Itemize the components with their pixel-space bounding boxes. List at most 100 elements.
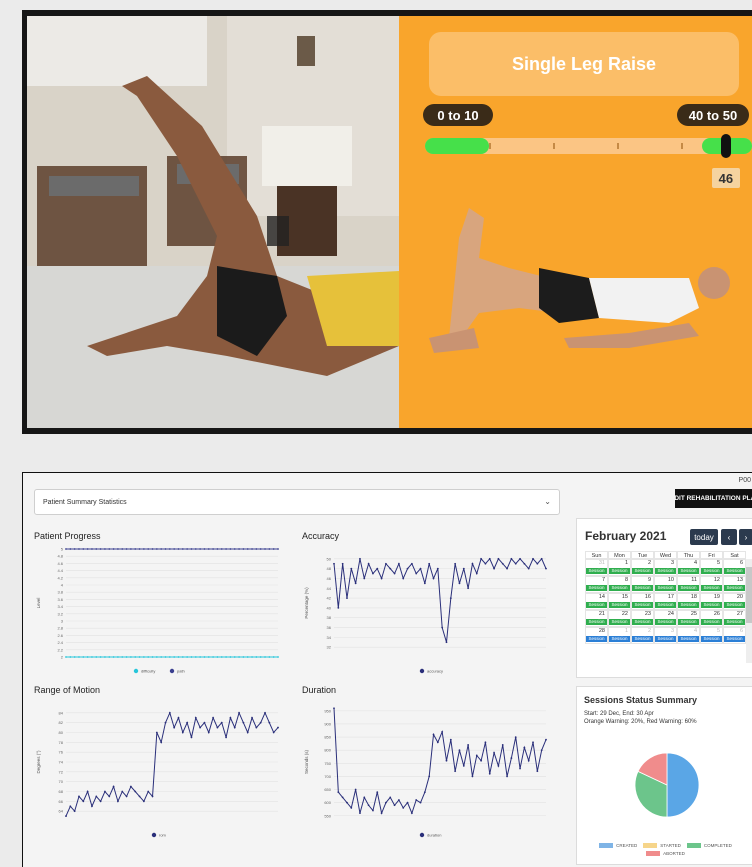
session-event[interactable]: Session [609, 585, 630, 591]
edit-rehabilitation-plan-button[interactable]: EDIT REHABILITATION PLAN [675, 489, 752, 508]
slider-value: 46 [711, 168, 740, 188]
legend-marker [169, 668, 175, 674]
session-event[interactable]: Session [678, 636, 699, 642]
session-event[interactable]: Session [586, 619, 607, 625]
calendar-day[interactable]: 21 Session [585, 610, 608, 627]
calendar-day[interactable]: 23 Session [631, 610, 654, 627]
data-point [134, 656, 137, 658]
calendar-day[interactable]: 11 Session [677, 576, 700, 593]
session-event[interactable]: Session [586, 602, 607, 608]
calendar-day[interactable]: 16 Session [631, 593, 654, 610]
calendar-day[interactable]: 28 Session [585, 627, 608, 644]
session-event[interactable]: Session [678, 619, 699, 625]
session-event[interactable]: Session [655, 619, 676, 625]
calendar-day[interactable]: 14 Session [585, 593, 608, 610]
calendar-day[interactable]: 2 Session [631, 559, 654, 576]
data-point [203, 721, 206, 724]
calendar-day[interactable]: 18 Session [677, 593, 700, 610]
scrollbar-thumb[interactable] [746, 567, 752, 623]
calendar-day[interactable]: 25 Session [677, 610, 700, 627]
calendar-day[interactable]: 6 Session [723, 627, 746, 644]
calendar-day[interactable]: 20 Session [723, 593, 746, 610]
calendar-day[interactable]: 13 Session [723, 576, 746, 593]
session-event[interactable]: Session [655, 602, 676, 608]
session-event[interactable]: Session [701, 568, 722, 574]
calendar-day[interactable]: 1 Session [608, 627, 631, 644]
legend-swatch [646, 851, 661, 857]
calendar-day[interactable]: 10 Session [654, 576, 677, 593]
calendar-day[interactable]: 7 Session [585, 576, 608, 593]
session-event[interactable]: Session [701, 585, 722, 591]
session-event[interactable]: Session [678, 585, 699, 591]
session-event[interactable]: Session [586, 585, 607, 591]
session-event[interactable]: Session [632, 619, 653, 625]
data-point [376, 791, 379, 794]
data-point [177, 548, 180, 550]
chevron-right-icon[interactable]: › [739, 529, 752, 545]
session-event[interactable]: Session [586, 636, 607, 642]
y-tick-label: 800 [324, 748, 331, 753]
session-event[interactable]: Session [678, 602, 699, 608]
session-event[interactable]: Session [655, 636, 676, 642]
session-event[interactable]: Session [701, 636, 722, 642]
session-event[interactable]: Session [701, 619, 722, 625]
session-event[interactable]: Session [724, 585, 745, 591]
calendar-day[interactable]: 26 Session [700, 610, 723, 627]
session-event[interactable]: Session [609, 636, 630, 642]
session-event[interactable]: Session [632, 602, 653, 608]
session-event[interactable]: Session [609, 602, 630, 608]
calendar-day[interactable]: 5 Session [700, 627, 723, 644]
data-point [458, 582, 461, 585]
calendar-day[interactable]: 27 Session [723, 610, 746, 627]
calendar-day[interactable]: 24 Session [654, 610, 677, 627]
y-axis-label: Percentage (%) [304, 587, 309, 619]
data-point [86, 548, 89, 550]
calendar-day[interactable]: 5 Session [700, 559, 723, 576]
chevron-left-icon[interactable]: ‹ [721, 529, 737, 545]
session-event[interactable]: Session [632, 568, 653, 574]
calendar-day[interactable]: 4 Session [677, 559, 700, 576]
session-event[interactable]: Session [586, 568, 607, 574]
calendar-today-button[interactable]: today [690, 529, 718, 545]
data-point [151, 548, 154, 550]
session-event[interactable]: Session [724, 636, 745, 642]
calendar-day[interactable]: 22 Session [608, 610, 631, 627]
session-event[interactable]: Session [724, 602, 745, 608]
data-point [397, 799, 400, 801]
data-point [173, 548, 176, 550]
session-event[interactable]: Session [678, 568, 699, 574]
data-point [488, 557, 491, 560]
data-point [346, 801, 348, 804]
calendar-scrollbar[interactable] [746, 559, 752, 663]
calendar-day[interactable]: 12 Session [700, 576, 723, 593]
calendar-day[interactable]: 2 Session [631, 627, 654, 644]
session-event[interactable]: Session [724, 568, 745, 574]
calendar-day[interactable]: 19 Session [700, 593, 723, 610]
calendar-day[interactable]: 8 Session [608, 576, 631, 593]
session-event[interactable]: Session [655, 585, 676, 591]
calendar-day[interactable]: 6 Session [723, 559, 746, 576]
session-event[interactable]: Session [724, 619, 745, 625]
session-event[interactable]: Session [655, 568, 676, 574]
y-tick-label: 72 [59, 769, 64, 774]
session-event[interactable]: Session [701, 602, 722, 608]
session-event[interactable]: Session [632, 636, 653, 642]
calendar-day[interactable]: 3 Session [654, 559, 677, 576]
calendar-day[interactable]: 17 Session [654, 593, 677, 610]
session-event[interactable]: Session [632, 585, 653, 591]
session-event[interactable]: Session [609, 568, 630, 574]
calendar-day[interactable]: 1 Session [608, 559, 631, 576]
data-point [233, 726, 236, 729]
stats-select[interactable]: Patient Summary Statistics ⌄ [34, 489, 560, 515]
calendar-day[interactable]: 4 Session [677, 627, 700, 644]
calendar-day[interactable]: 31 Session [585, 559, 608, 576]
data-point [91, 548, 93, 550]
calendar-day[interactable]: 9 Session [631, 576, 654, 593]
session-event[interactable]: Session [609, 619, 630, 625]
calendar-day[interactable]: 15 Session [608, 593, 631, 610]
data-point [467, 744, 470, 746]
calendar-day[interactable]: 3 Session [654, 627, 677, 644]
data-point [117, 548, 119, 550]
data-point [199, 656, 202, 658]
data-point [385, 801, 387, 804]
